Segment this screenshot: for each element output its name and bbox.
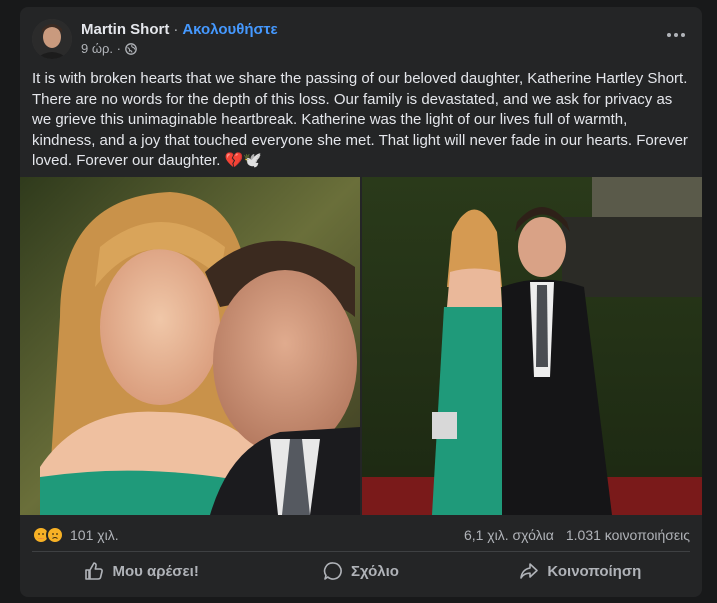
post-card: Martin Short · Ακολουθήστε 9 ώρ. · It is w… [20, 7, 702, 597]
comment-label: Σχόλιο [351, 562, 399, 580]
divider [32, 551, 690, 552]
post-actions: Μου αρέσει! Σχόλιο Κοινοποίηση [32, 553, 690, 589]
more-options-icon[interactable] [662, 25, 690, 45]
comment-button[interactable]: Σχόλιο [251, 553, 470, 589]
reaction-icons [32, 526, 64, 544]
reactions-summary[interactable]: 101 χιλ. [32, 526, 119, 544]
author-name[interactable]: Martin Short [81, 21, 169, 38]
follow-link[interactable]: Ακολουθήστε [182, 21, 277, 38]
share-icon [520, 563, 539, 579]
author-meta: Martin Short · Ακολουθήστε 9 ώρ. · [81, 20, 278, 58]
photo-left[interactable] [20, 177, 360, 515]
author-line: Martin Short · Ακολουθήστε [81, 20, 278, 40]
like-icon [85, 562, 104, 580]
share-button[interactable]: Κοινοποίηση [471, 553, 690, 589]
author-avatar[interactable] [32, 19, 72, 59]
like-button[interactable]: Μου αρέσει! [32, 553, 251, 589]
reactions-count: 101 χιλ. [70, 527, 119, 543]
post-photos [20, 177, 702, 515]
photo-right-image [362, 177, 702, 515]
globe-icon [125, 43, 137, 55]
photo-right[interactable] [362, 177, 702, 515]
avatar-image [32, 19, 72, 59]
like-label: Μου αρέσει! [112, 562, 199, 580]
reactions-bar: 101 χιλ. 6,1 χιλ. σχόλια 1.031 κοινοποιή… [32, 521, 690, 549]
post-text: It is with broken hearts that we share t… [32, 70, 688, 169]
comments-count[interactable]: 6,1 χιλ. σχόλια [464, 527, 554, 543]
name-separator: · [173, 21, 179, 38]
post-time-line: 9 ώρ. · [81, 40, 278, 58]
post-header: Martin Short · Ακολουθήστε 9 ώρ. · [32, 17, 672, 61]
post-time[interactable]: 9 ώρ. · [81, 40, 121, 58]
engagement-stats: 6,1 χιλ. σχόλια 1.031 κοινοποιήσεις [464, 527, 690, 543]
comment-icon [323, 562, 342, 580]
sad-reaction-icon [46, 526, 64, 544]
photo-left-image [20, 177, 360, 515]
share-label: Κοινοποίηση [547, 562, 642, 580]
shares-count[interactable]: 1.031 κοινοποιήσεις [566, 527, 690, 543]
